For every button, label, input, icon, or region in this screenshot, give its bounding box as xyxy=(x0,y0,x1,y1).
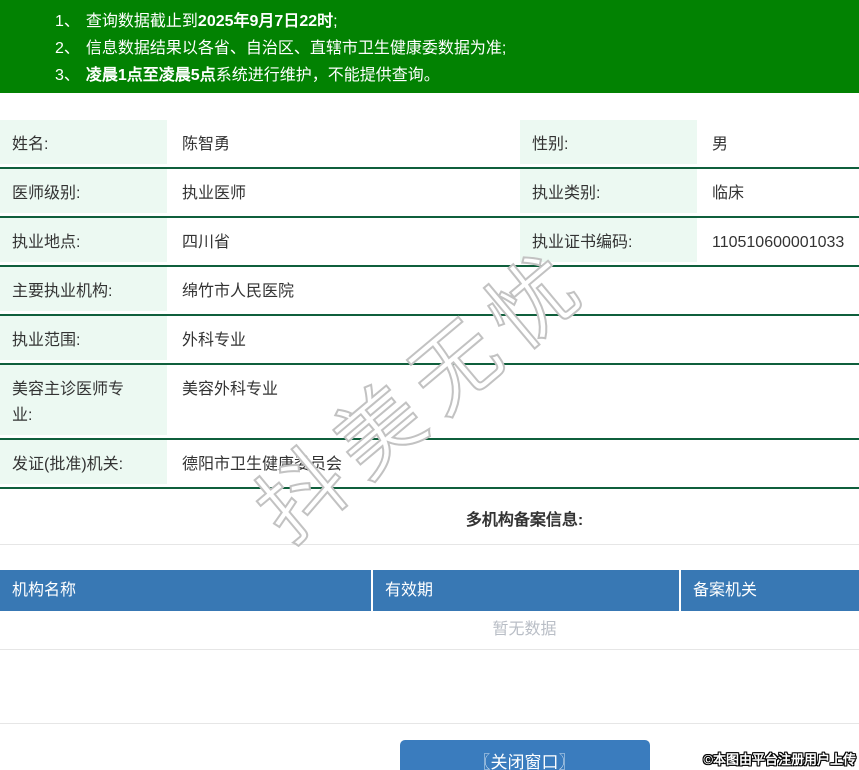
field-value-certificate-number: 110510600001033 xyxy=(700,218,859,265)
column-header-institution-name: 机构名称 xyxy=(0,570,371,611)
table-row: 姓名: 陈智勇 性别: 男 xyxy=(0,120,859,169)
column-header-filing-authority: 备案机关 xyxy=(681,570,859,611)
field-label-issuing-authority: 发证(批准)机关: xyxy=(0,440,170,487)
field-value-gender: 男 xyxy=(700,120,859,167)
table-row: 执业范围: 外科专业 xyxy=(0,316,859,365)
field-label-practice-category: 执业类别: xyxy=(520,169,700,216)
upload-note-watermark: ©本图由平台注册用户上传 xyxy=(703,752,856,767)
notice-text-bold: 2025年9月7日22时 xyxy=(197,13,334,30)
field-label-doctor-level: 医师级别: xyxy=(0,169,170,216)
field-value-issuing-authority: 德阳市卫生健康委员会 xyxy=(170,440,859,487)
field-label-main-institution: 主要执业机构: xyxy=(0,267,170,314)
notice-line-3: 3、 凌晨1点至凌晨5点系统进行维护，不能提供查询。 xyxy=(55,62,849,89)
notice-text: 信息数据结果以各省、自治区、直辖市卫生健康委数据为准; xyxy=(85,40,507,57)
notice-line-2: 2、 信息数据结果以各省、自治区、直辖市卫生健康委数据为准; xyxy=(55,35,849,62)
close-window-button[interactable]: 〖关闭窗口〗 xyxy=(399,740,650,770)
field-value-practice-scope: 外科专业 xyxy=(170,316,859,363)
notice-text: ; xyxy=(333,13,338,30)
notice-line-1: 1、 查询数据截止到2025年9月7日22时; xyxy=(55,8,849,35)
field-value-name: 陈智勇 xyxy=(170,120,520,167)
field-label-name: 姓名: xyxy=(0,120,170,167)
practitioner-info-table: 姓名: 陈智勇 性别: 男 医师级别: 执业医师 执业类别: 临床 执业地点: … xyxy=(0,120,859,489)
field-value-practice-location: 四川省 xyxy=(170,218,520,265)
empty-data-message: 暂无数据 xyxy=(0,611,859,650)
notice-text: 系统进行维护，不能提供查询。 xyxy=(215,67,440,84)
notice-text-bold: 凌晨1点至凌晨5点 xyxy=(85,67,216,84)
field-label-certificate-number: 执业证书编码: xyxy=(520,218,700,265)
field-value-practice-category: 临床 xyxy=(700,169,859,216)
table-row: 美容主诊医师专业: 美容外科专业 xyxy=(0,365,859,440)
query-result-page: 1、 查询数据截止到2025年9月7日22时; 2、 信息数据结果以各省、自治区、直… xyxy=(0,0,859,770)
field-label-cosmetic-specialty: 美容主诊医师专业: xyxy=(0,365,170,438)
field-label-practice-scope: 执业范围: xyxy=(0,316,170,363)
field-value-cosmetic-specialty: 美容外科专业 xyxy=(170,365,859,412)
notice-number: 2、 xyxy=(55,40,80,57)
notice-text: 查询数据截止到 xyxy=(85,13,198,30)
table-row: 主要执业机构: 绵竹市人民医院 xyxy=(0,267,859,316)
notice-number: 1、 xyxy=(55,13,80,30)
field-value-main-institution: 绵竹市人民医院 xyxy=(170,267,859,314)
field-value-doctor-level: 执业医师 xyxy=(170,169,520,216)
table-row: 发证(批准)机关: 德阳市卫生健康委员会 xyxy=(0,440,859,489)
column-header-validity-period: 有效期 xyxy=(373,570,679,611)
table-row: 医师级别: 执业医师 执业类别: 临床 xyxy=(0,169,859,218)
field-label-gender: 性别: xyxy=(520,120,700,167)
table-row: 执业地点: 四川省 执业证书编码: 110510600001033 xyxy=(0,218,859,267)
notice-number: 3、 xyxy=(55,67,80,84)
notice-banner: 1、 查询数据截止到2025年9月7日22时; 2、 信息数据结果以各省、自治区、直… xyxy=(0,0,859,93)
filing-section-title: 多机构备案信息: xyxy=(0,489,859,545)
field-label-practice-location: 执业地点: xyxy=(0,218,170,265)
filing-table-header: 机构名称 有效期 备案机关 xyxy=(0,570,859,611)
